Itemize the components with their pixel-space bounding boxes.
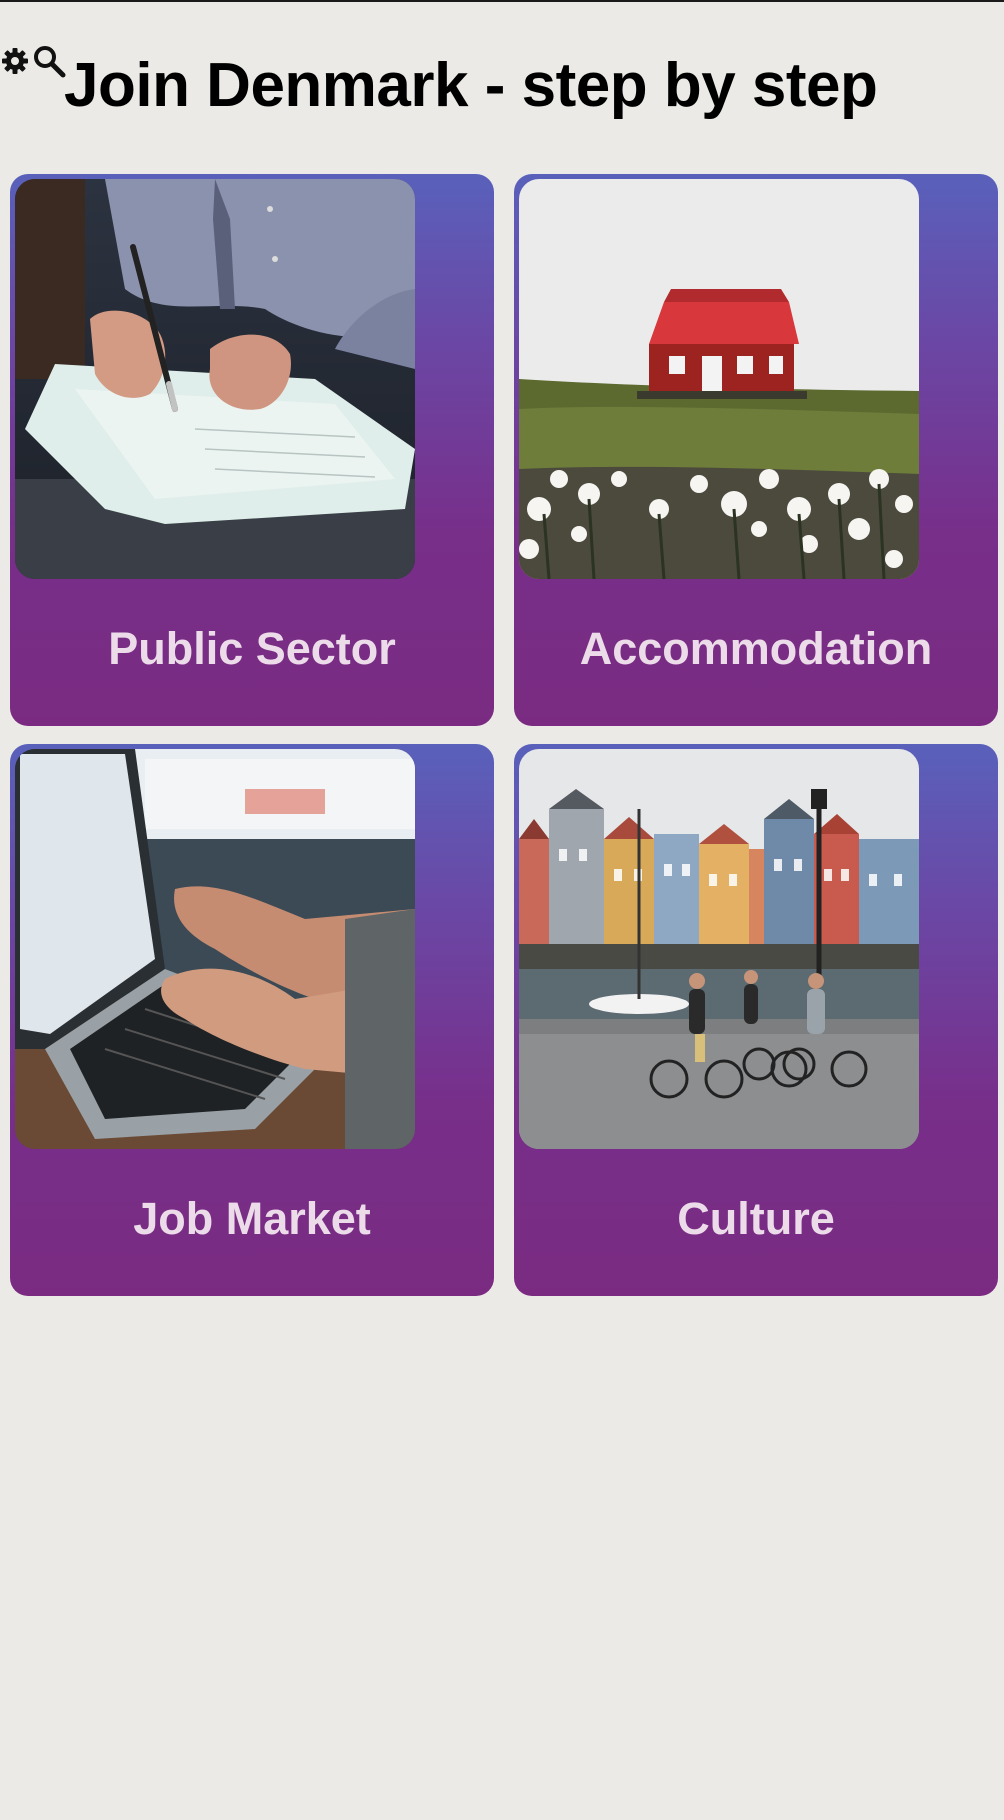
red-house-on-hill-photo — [519, 179, 919, 579]
card-label: Accommodation — [579, 623, 933, 674]
gear-icon[interactable] — [0, 46, 30, 81]
card-accommodation[interactable]: Accommodation — [514, 174, 998, 726]
person-signing-document-photo — [15, 179, 415, 579]
card-public-sector[interactable]: Public Sector — [10, 174, 494, 726]
card-culture[interactable]: Culture — [514, 744, 998, 1296]
search-icon[interactable] — [32, 44, 66, 83]
card-label: Job Market — [133, 1193, 371, 1244]
nyhavn-cyclists-photo — [519, 749, 919, 1149]
hands-typing-laptop-photo — [15, 749, 415, 1149]
top-border — [0, 0, 1004, 2]
page-title: Join Denmark - step by step — [64, 51, 878, 120]
card-label: Public Sector — [108, 623, 396, 674]
header-icons — [0, 44, 66, 78]
card-job-market[interactable]: Job Market — [10, 744, 494, 1296]
card-label: Culture — [677, 1193, 835, 1244]
